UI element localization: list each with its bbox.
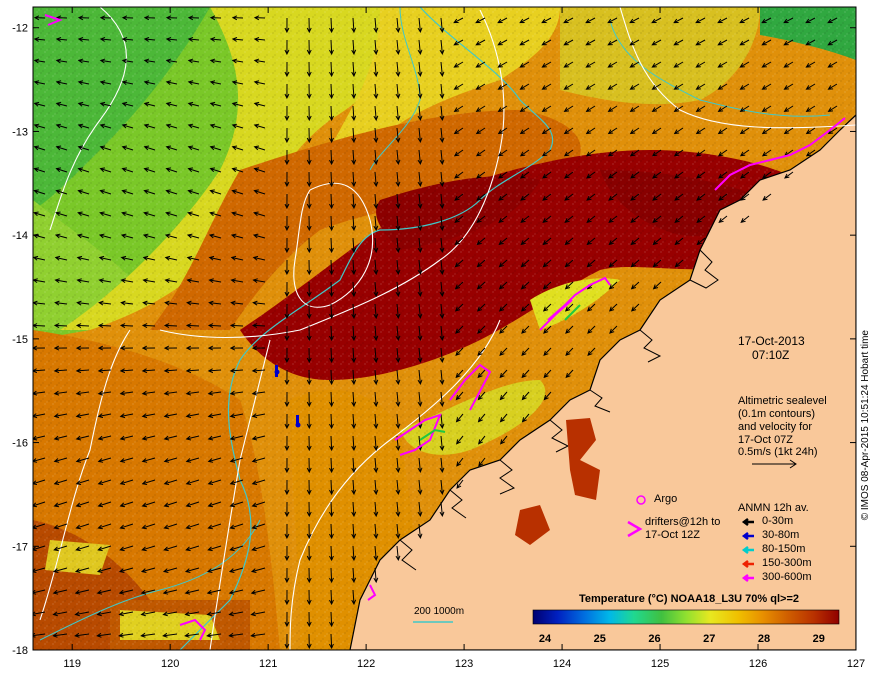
argo-label: Argo: [654, 493, 678, 505]
anmn-legend-label: 150-300m: [762, 557, 812, 569]
scale-vector-label: 0.5m/s (1kt 24h): [738, 446, 818, 458]
anmn-legend-label: 0-30m: [762, 515, 794, 527]
lat-tick-label: -17: [12, 541, 28, 553]
date-label: 17-Oct-2013: [738, 334, 805, 348]
altimetry-text-4: 17-Oct 07Z: [738, 434, 794, 446]
anmn-legend-title: ANMN 12h av.: [738, 502, 809, 514]
credit-text: © IMOS 08-Apr-2015 10:51:24 Hobart time: [860, 330, 871, 521]
anmn-legend-label: 30-80m: [762, 529, 800, 541]
drifters-label-2: 17-Oct 12Z: [645, 529, 701, 541]
colorbar-tick-label: 26: [648, 633, 660, 645]
lon-tick-label: 122: [357, 658, 375, 670]
lon-tick-label: 125: [651, 658, 669, 670]
drifters-label-1: drifters@12h to: [645, 516, 721, 528]
lon-tick-label: 126: [749, 658, 767, 670]
altimetry-text-2: (0.1m contours): [738, 408, 816, 420]
colorbar-title: Temperature (°C) NOAA18_L3U 70% ql>=2: [579, 593, 799, 605]
anmn-legend-label: 80-150m: [762, 543, 806, 555]
lon-tick-label: 123: [455, 658, 473, 670]
lat-tick-label: -13: [12, 126, 28, 138]
altimetry-text-3: and velocity for: [738, 421, 812, 433]
sst-field: [33, 7, 856, 650]
depth-contour-label: 200 1000m: [414, 606, 465, 617]
colorbar-tick-label: 28: [758, 633, 770, 645]
colorbar-tick-label: 24: [539, 633, 552, 645]
lon-tick-label: 127: [847, 658, 865, 670]
lat-tick-label: -12: [12, 23, 28, 35]
lon-tick-label: 124: [553, 658, 571, 670]
colorbar-tick-label: 27: [703, 633, 715, 645]
colorbar-tick-label: 29: [813, 633, 825, 645]
lat-tick-label: -15: [12, 334, 28, 346]
lat-tick-label: -18: [12, 645, 28, 657]
lon-tick-label: 119: [63, 658, 81, 670]
lat-tick-label: -14: [12, 230, 28, 242]
lon-tick-label: 121: [259, 658, 277, 670]
colorbar-tick-label: 25: [594, 633, 606, 645]
time-label: 07:10Z: [752, 348, 790, 362]
anmn-legend-label: 300-600m: [762, 571, 812, 583]
lat-tick-label: -16: [12, 438, 28, 450]
altimetry-text-1: Altimetric sealevel: [738, 395, 827, 407]
lon-tick-label: 120: [161, 658, 179, 670]
